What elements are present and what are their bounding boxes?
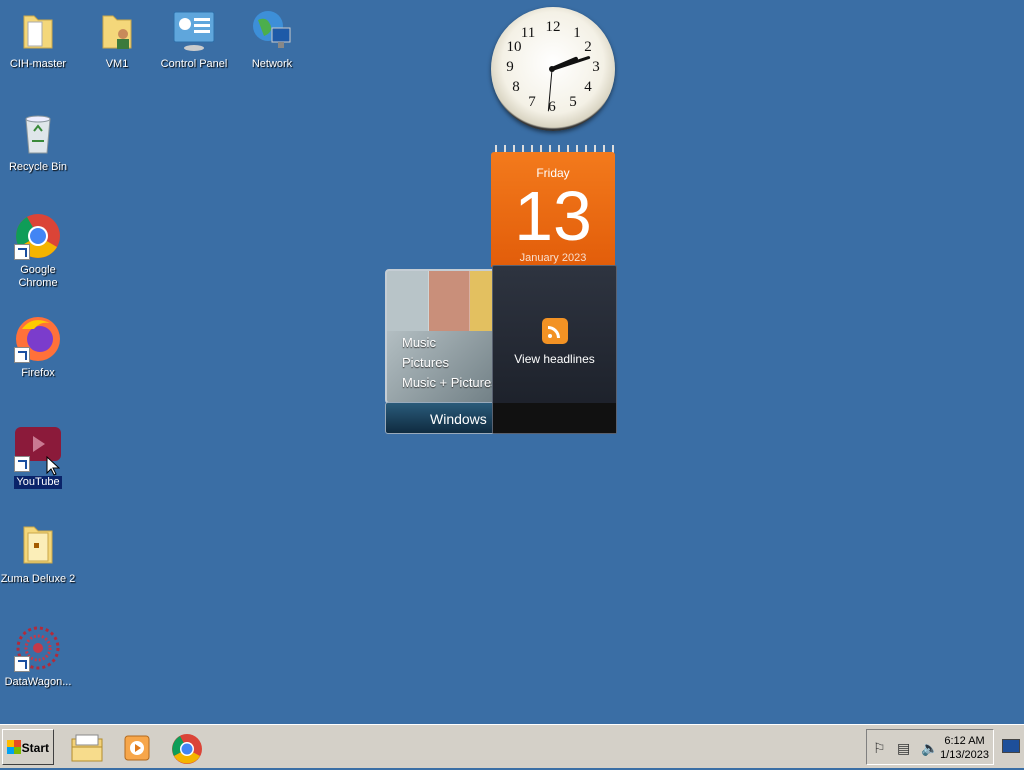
shortcut-arrow-icon — [14, 456, 30, 472]
feed-footer — [493, 403, 616, 433]
clock-number: 5 — [569, 94, 577, 110]
explorer-taskbar-icon[interactable] — [71, 733, 103, 763]
media-item-music[interactable]: Music — [402, 333, 498, 353]
calendar-date: 13 — [514, 177, 592, 255]
show-desktop-button[interactable] — [1002, 739, 1020, 753]
icon-label: CIH-master — [9, 58, 67, 70]
desktop-icon-firefox[interactable]: Firefox — [0, 315, 78, 380]
system-tray: ⚐ ▤ 🔈 6:12 AM 1/13/2023 — [866, 729, 994, 765]
time-text: 6:12 AM — [944, 735, 985, 747]
icon-label: Google Chrome — [18, 264, 58, 289]
folder-icon — [14, 521, 62, 569]
icon-label: Zuma Deluxe 2 — [0, 573, 76, 585]
view-headlines-label[interactable]: View headlines — [493, 352, 616, 366]
taskbar: Start ⚐ ▤ 🔈 6:12 AM 1/13/2023 — [0, 724, 1024, 768]
media-item-pictures[interactable]: Pictures — [402, 353, 498, 373]
media-player-taskbar-icon[interactable] — [122, 733, 152, 763]
windows-logo-icon — [7, 740, 21, 754]
clock-number: 2 — [584, 39, 592, 55]
desktop-icon-recycle-bin[interactable]: Recycle Bin — [0, 109, 78, 174]
clock-number: 12 — [545, 19, 561, 35]
mouse-cursor-icon — [46, 456, 60, 476]
media-item-music-pictures[interactable]: Music + Pictures — [402, 373, 498, 393]
chrome-icon — [14, 212, 62, 260]
clock-gadget[interactable]: 12 1 2 3 4 5 6 7 8 9 10 11 — [491, 7, 615, 131]
calendar-gadget[interactable]: Friday 13 January 2023 — [491, 152, 615, 267]
clock-number: 4 — [584, 79, 592, 95]
user-folder-icon — [93, 6, 141, 54]
clock-center — [549, 66, 555, 72]
rss-icon — [541, 318, 568, 344]
desktop-icon-google-chrome[interactable]: Google Chrome — [0, 212, 78, 290]
firefox-icon — [14, 315, 62, 363]
shortcut-arrow-icon — [14, 656, 30, 672]
icon-label: Control Panel — [160, 58, 228, 70]
clock-number: 6 — [548, 99, 556, 115]
start-button[interactable]: Start — [2, 729, 54, 765]
clock-number: 3 — [592, 59, 600, 75]
icon-label: VM1 — [105, 58, 129, 70]
desktop-icon-datawagon[interactable]: DataWagon... — [0, 624, 78, 689]
desktop-icon-network[interactable]: Network — [232, 6, 312, 71]
desktop-icon-cih-master[interactable]: CIH-master — [0, 6, 78, 71]
network-tray-icon[interactable]: ▤ — [897, 740, 910, 757]
feed-headlines-gadget[interactable]: View headlines — [492, 265, 617, 434]
action-center-flag-icon[interactable]: ⚐ — [873, 740, 886, 757]
folder-icon — [14, 6, 62, 54]
desktop-icon-youtube[interactable]: YouTube — [0, 424, 78, 489]
recycle-bin-icon — [14, 109, 62, 157]
clock-display[interactable]: 6:12 AM 1/13/2023 — [940, 734, 989, 762]
date-text: 1/13/2023 — [940, 749, 989, 761]
volume-icon[interactable]: 🔈 — [921, 740, 938, 757]
media-menu: Music Pictures Music + Pictures — [402, 333, 498, 393]
datawagon-logo-icon — [14, 624, 62, 672]
clock-number: 9 — [506, 59, 514, 75]
chrome-taskbar-icon[interactable] — [171, 733, 202, 764]
youtube-icon — [14, 424, 62, 476]
desktop-icon-control-panel[interactable]: Control Panel — [154, 6, 234, 71]
icon-label: Firefox — [21, 367, 55, 379]
icon-label: Network — [251, 58, 293, 70]
icon-label: Recycle Bin — [8, 161, 68, 173]
shortcut-arrow-icon — [14, 244, 30, 260]
control-panel-icon — [170, 6, 218, 54]
start-label: Start — [21, 741, 49, 755]
clock-number: 11 — [520, 25, 536, 41]
network-globe-icon — [248, 6, 296, 54]
desktop-icon-zuma-deluxe-2[interactable]: Zuma Deluxe 2 — [0, 521, 78, 586]
desktop-icon-vm1[interactable]: VM1 — [77, 6, 157, 71]
clock-number: 8 — [512, 79, 520, 95]
calendar-month: January 2023 — [519, 252, 587, 264]
icon-label: YouTube — [14, 476, 62, 489]
icon-label: DataWagon... — [4, 676, 72, 688]
shortcut-arrow-icon — [14, 347, 30, 363]
clock-number: 7 — [528, 94, 536, 110]
